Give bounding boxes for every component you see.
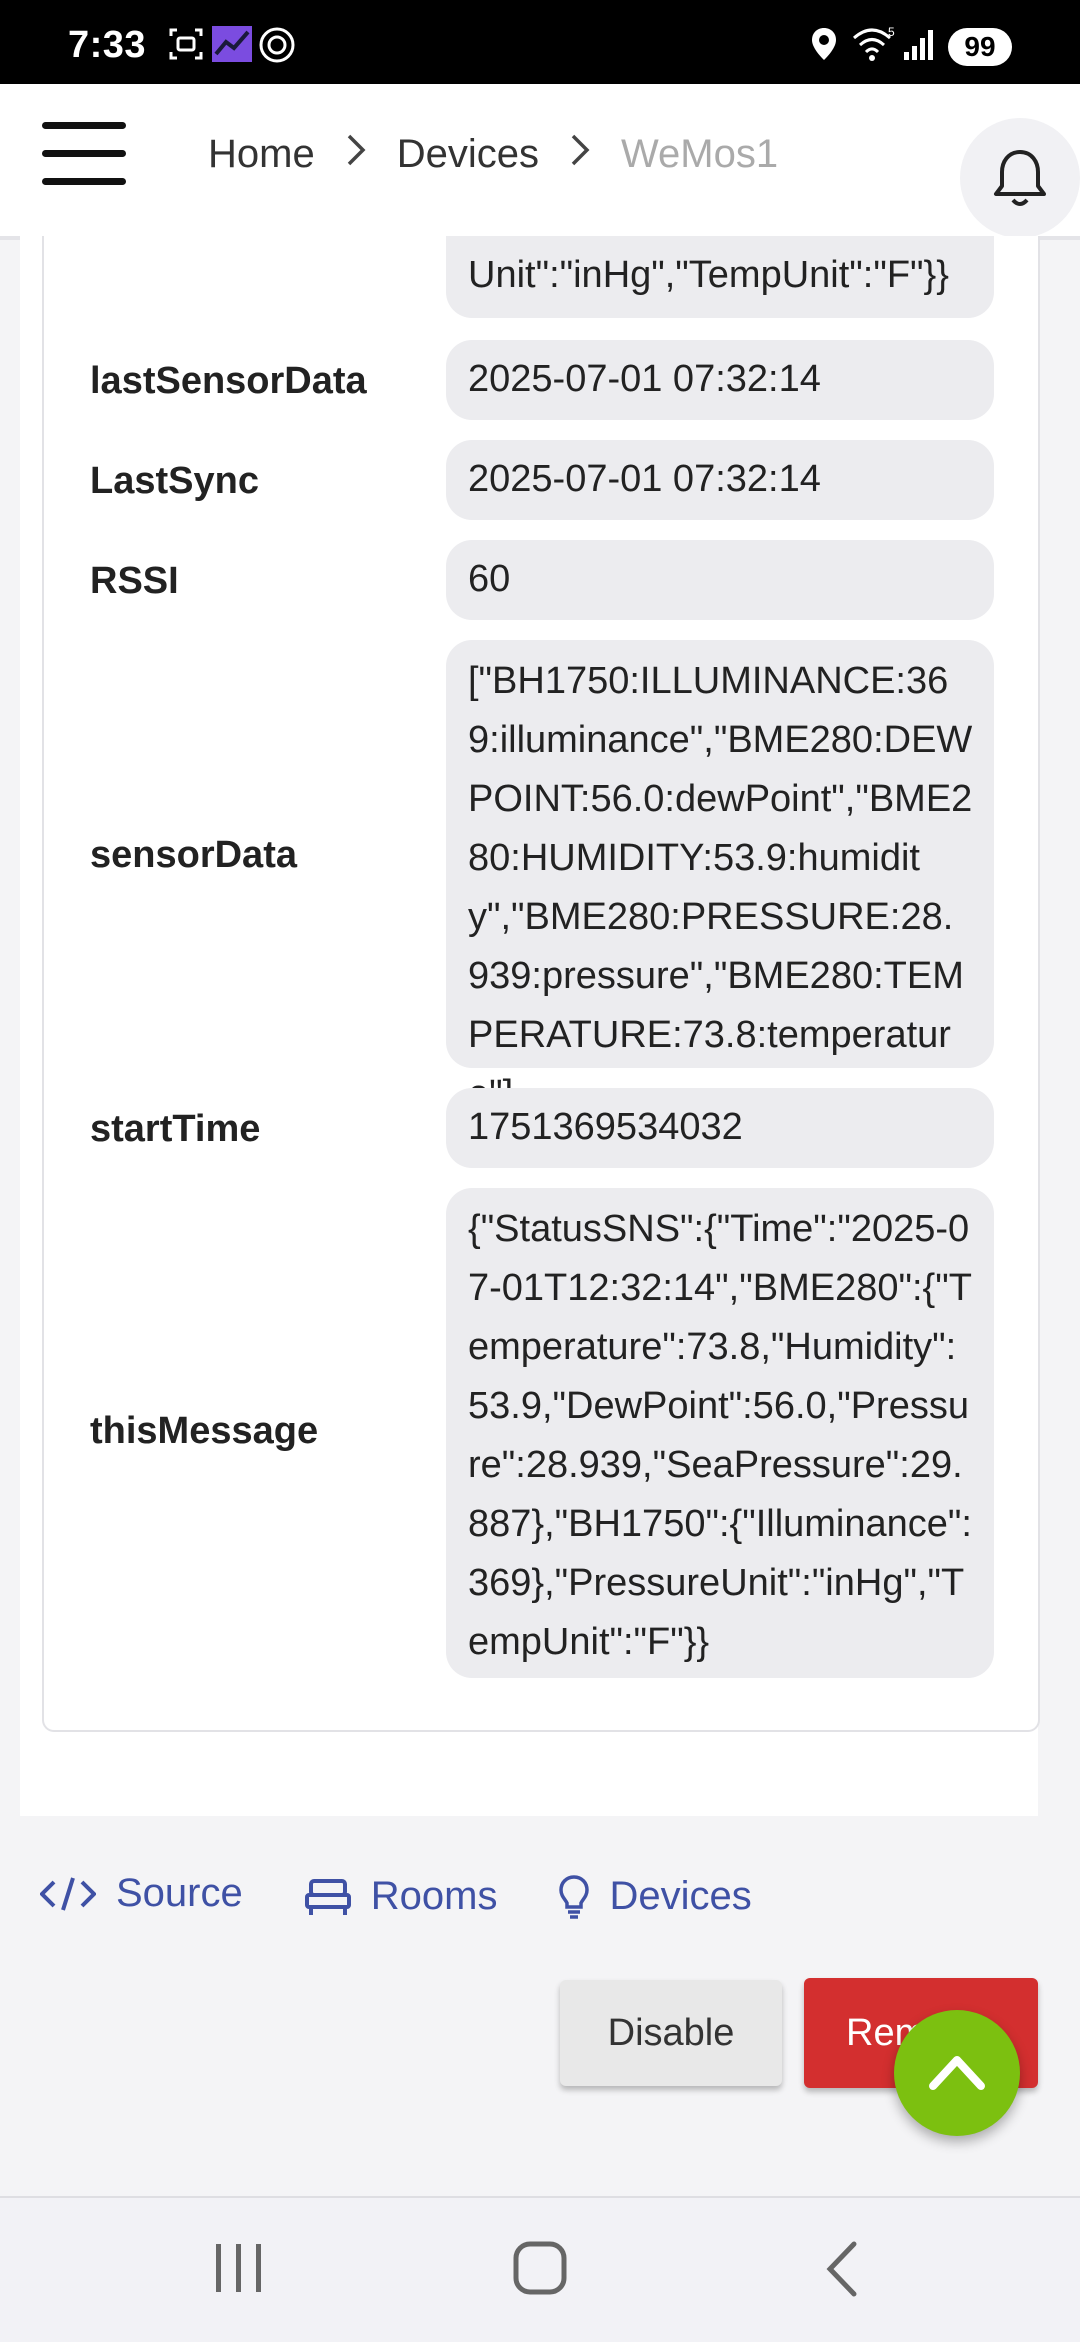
breadcrumb-devices[interactable]: Devices [397, 132, 539, 177]
app-chart-icon [212, 26, 252, 62]
rooms-link-label: Rooms [370, 1874, 498, 1918]
attribute-key: startTime [90, 1108, 261, 1150]
system-navigation-bar [0, 2196, 1080, 2342]
recents-icon[interactable] [212, 2242, 266, 2294]
attribute-key: thisMessage [90, 1410, 319, 1452]
footer-links: Source Rooms Devices [40, 1868, 814, 1919]
devices-link[interactable]: Devices [559, 1874, 752, 1919]
attribute-value: 60 [446, 540, 994, 620]
notifications-button[interactable] [960, 118, 1080, 238]
attribute-key: RSSI [90, 560, 179, 602]
disable-button[interactable]: Disable [560, 1980, 782, 2086]
devices-link-label: Devices [609, 1874, 752, 1918]
chevron-right-icon [569, 132, 591, 177]
attribute-value: ["BH1750:ILLUMINANCE:369:illuminance","B… [446, 640, 994, 1115]
table-row: sensorData ["BH1750:ILLUMINANCE:369:illu… [44, 640, 1038, 1115]
breadcrumb-current: WeMos1 [620, 132, 779, 176]
table-row: RSSI 60 [44, 540, 1038, 620]
status-bar: 7:33 5 99 [0, 0, 1080, 84]
breadcrumb: Home Devices WeMos1 [208, 132, 778, 177]
back-icon[interactable] [822, 2240, 862, 2298]
signal-icon [904, 30, 933, 60]
battery-indicator: 99 [948, 28, 1012, 66]
chevron-right-icon [345, 132, 367, 177]
table-row: startTime 1751369534032 [44, 1088, 1038, 1168]
breadcrumb-home[interactable]: Home [208, 132, 315, 177]
device-attributes-card: Unit":"inHg","TempUnit":"F"}} lastSensor… [20, 236, 1040, 1816]
wifi-icon: 5 [853, 26, 895, 61]
location-icon [812, 28, 836, 60]
attribute-key: sensorData [90, 834, 297, 876]
attribute-value: 2025-07-01 07:32:14 [446, 440, 994, 520]
attribute-value: {"StatusSNS":{"Time":"2025-07-01T12:32:1… [446, 1188, 994, 1678]
code-icon [40, 1876, 96, 1911]
clock: 7:33 [68, 24, 147, 66]
table-row: Unit":"inHg","TempUnit":"F"}} [44, 236, 1038, 318]
chevron-up-icon [929, 2056, 985, 2090]
bell-icon [994, 150, 1046, 206]
hamburger-menu-icon[interactable] [42, 122, 126, 186]
attribute-value: Unit":"inHg","TempUnit":"F"}} [446, 236, 994, 318]
svg-text:5: 5 [888, 26, 895, 39]
lightbulb-icon [559, 1874, 590, 1919]
rooms-link[interactable]: Rooms [304, 1874, 498, 1919]
home-icon[interactable] [512, 2240, 568, 2296]
source-link-label: Source [116, 1871, 243, 1915]
app-header: Home Devices WeMos1 [0, 84, 1080, 240]
table-row: thisMessage {"StatusSNS":{"Time":"2025-0… [44, 1188, 1038, 1678]
scroll-to-top-button[interactable] [894, 2010, 1020, 2136]
bed-icon [304, 1878, 351, 1915]
table-row: LastSync 2025-07-01 07:32:14 [44, 440, 1038, 520]
threads-icon [259, 27, 295, 63]
attribute-key: lastSensorData [90, 360, 367, 402]
attribute-value: 1751369534032 [446, 1088, 994, 1168]
attribute-value: 2025-07-01 07:32:14 [446, 340, 994, 420]
attribute-key: LastSync [90, 460, 259, 502]
attributes-table: Unit":"inHg","TempUnit":"F"}} lastSensor… [42, 236, 1040, 1732]
screenshot-icon [169, 28, 203, 60]
source-link[interactable]: Source [40, 1871, 243, 1916]
table-row: lastSensorData 2025-07-01 07:32:14 [44, 340, 1038, 420]
